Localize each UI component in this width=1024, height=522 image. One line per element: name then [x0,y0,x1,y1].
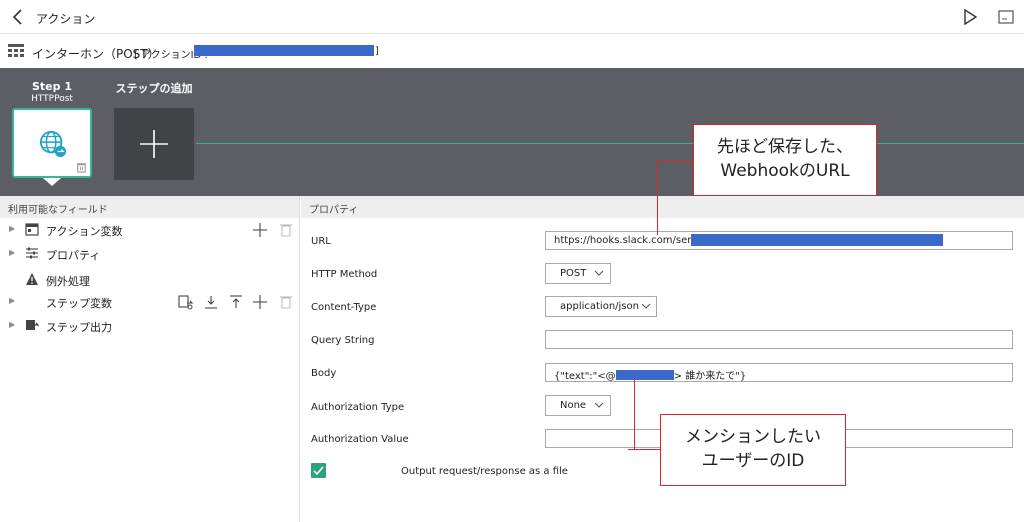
webhook-callout-pointer-h [657,160,693,161]
authorization-type-select[interactable]: None [545,395,611,416]
add-icon[interactable] [252,294,268,310]
sliders-icon [26,247,38,259]
mention-callout-pointer-h [628,449,660,450]
webhook-url-callout: 先ほど保存した、 WebhookのURL [693,124,877,196]
redacted-user-id [615,370,674,380]
step-connector-line [196,143,1024,144]
body-input[interactable]: {"text":"<@ > 誰か来たで"} [545,363,1013,382]
available-fields-pane: 利用可能なフィールド ▶ アクション変数 ▶ プロパティ 例外処理 ▶ ステップ… [0,196,300,522]
url-label: URL [311,236,331,247]
tree-item-action-variables[interactable]: ▶ アクション変数 [0,220,300,240]
action-id-close: ] [375,46,379,57]
available-fields-header: 利用可能なフィールド [0,196,299,218]
authorization-type-value: None [560,400,587,411]
chevron-down-icon [594,270,604,276]
webhook-callout-line2: WebhookのURL [720,161,850,181]
content-type-value: application/json [560,301,639,312]
authorization-value-label: Authorization Value [311,434,409,445]
chevron-down-icon [641,303,651,309]
mention-callout-line1: メンションしたい [685,427,821,447]
step1-card[interactable] [12,108,92,178]
download-icon[interactable] [203,294,219,310]
authorization-type-label: Authorization Type [311,402,405,413]
tree-label: ステップ出力 [46,321,112,334]
mention-callout-line2: ユーザーのID [701,451,805,471]
warning-icon [26,273,38,285]
upload-icon[interactable] [228,294,244,310]
caret-right-icon[interactable]: ▶ [9,296,15,305]
page-title: アクション [36,12,96,26]
mention-callout-pointer [634,380,635,450]
chevron-left-icon[interactable] [10,9,26,25]
variable-convert-icon[interactable] [178,294,194,310]
plus-icon [140,130,168,158]
add-icon[interactable] [252,222,268,238]
action-header: インターホン（POST） [ アクションID : ] [0,34,1024,68]
console-icon[interactable] [998,9,1014,25]
step1-subtitle: HTTPPost [31,94,73,104]
output-icon [26,320,39,330]
properties-header: プロパティ [301,196,1024,218]
step1-title: Step 1 [32,80,72,93]
http-method-label: HTTP Method [311,269,378,280]
caret-right-icon[interactable]: ▶ [9,224,15,233]
tree-item-step-variables[interactable]: ▶ ステップ変数 [0,292,300,312]
chevron-down-icon [594,402,604,408]
body-value-suffix: > 誰か来たで"} [673,371,747,382]
calendar-icon [25,223,39,236]
caret-right-icon[interactable]: ▶ [9,248,15,257]
check-icon [313,466,324,476]
tree-label: アクション変数 [46,225,123,238]
tree-label: ステップ変数 [46,297,112,310]
tree-label: プロパティ [46,249,101,262]
http-method-select[interactable]: POST [545,263,611,284]
tree-item-step-output[interactable]: ▶ ステップ出力 [0,316,300,336]
query-string-label: Query String [311,335,375,346]
tree-label: 例外処理 [46,275,90,288]
output-file-label: Output request/response as a file [401,466,568,477]
redacted-action-id [194,45,374,56]
mention-user-id-callout: メンションしたい ユーザーのID [660,414,846,486]
webhook-callout-line1: 先ほど保存した、 [717,137,853,157]
trash-icon[interactable] [278,222,294,238]
trash-icon[interactable] [76,162,87,173]
query-string-input[interactable] [545,330,1013,349]
globe-arrow-icon [39,130,67,158]
action-table-icon [8,44,24,57]
tree-item-properties[interactable]: ▶ プロパティ [0,244,300,264]
output-file-checkbox[interactable] [311,463,326,478]
webhook-callout-pointer [657,160,658,235]
top-bar: アクション [0,0,1024,34]
caret-right-icon[interactable]: ▶ [9,320,15,329]
body-label: Body [311,368,337,379]
trash-icon[interactable] [278,294,294,310]
body-value-prefix: {"text":"<@ [554,371,616,382]
redacted-url-suffix [691,234,943,246]
content-type-label: Content-Type [311,302,377,313]
tree-item-exception-handling[interactable]: 例外処理 [0,270,300,290]
http-method-value: POST [560,268,587,279]
add-step-button[interactable] [114,108,194,180]
content-type-select[interactable]: application/json [545,296,657,317]
step1-pointer [43,178,61,186]
play-icon[interactable] [962,9,978,25]
add-step-label: ステップの追加 [115,82,193,95]
